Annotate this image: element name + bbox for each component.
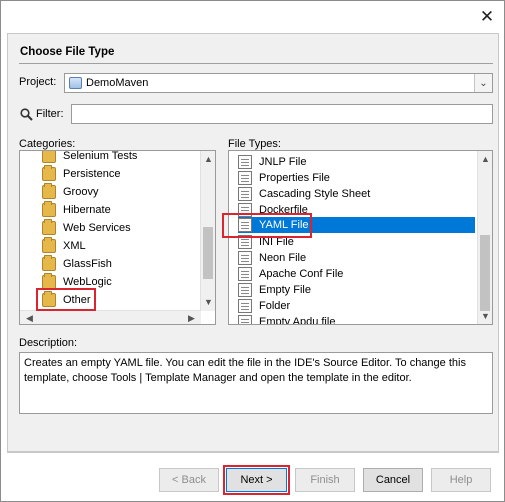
step-title: Choose File Type: [20, 46, 115, 58]
project-label: Project:: [19, 76, 57, 88]
folder-icon: [42, 291, 56, 307]
description-label: Description:: [19, 337, 78, 349]
folder-icon: [42, 151, 56, 163]
maven-project-icon: [69, 77, 82, 89]
list-item[interactable]: Empty Apdu file: [238, 313, 475, 324]
categories-list[interactable]: Selenium Tests Persistence Groovy Hibern…: [19, 150, 216, 325]
cancel-button[interactable]: Cancel: [363, 468, 423, 492]
yaml-file-icon: [238, 218, 252, 232]
filter-label: Filter:: [36, 108, 64, 120]
file-icon: [238, 251, 252, 265]
scroll-up-icon[interactable]: ▲: [201, 152, 215, 166]
button-divider: [7, 452, 499, 453]
back-button[interactable]: < Back: [159, 468, 219, 492]
finish-button[interactable]: Finish: [295, 468, 355, 492]
filter-input[interactable]: [71, 104, 493, 124]
scroll-thumb[interactable]: [203, 227, 213, 279]
list-item[interactable]: Groovy: [42, 183, 98, 201]
folder-icon: [42, 201, 56, 217]
categories-hscroll[interactable]: ◀ ▶: [20, 310, 201, 324]
close-button[interactable]: ✕: [475, 6, 499, 28]
scroll-down-icon[interactable]: ▼: [201, 295, 215, 309]
list-item-yaml-file[interactable]: YAML File: [238, 217, 475, 233]
folder-icon: [42, 219, 56, 235]
scroll-up-icon[interactable]: ▲: [478, 152, 492, 166]
scroll-down-icon[interactable]: ▼: [478, 309, 492, 323]
scroll-thumb[interactable]: [480, 235, 490, 311]
file-icon: [238, 203, 252, 217]
list-item[interactable]: WebLogic: [42, 273, 112, 291]
categories-vscroll[interactable]: ▲ ▼: [200, 151, 215, 311]
folder-icon: [42, 183, 56, 199]
list-item[interactable]: XML: [42, 237, 86, 255]
wizard-panel: Choose File Type Project: DemoMaven ⌄ Fi…: [7, 33, 499, 452]
file-icon: [238, 187, 252, 201]
list-item-other[interactable]: Other: [42, 291, 91, 309]
list-item[interactable]: Hibernate: [42, 201, 111, 219]
file-icon: [238, 315, 252, 324]
categories-label: Categories:: [19, 138, 76, 150]
file-types-list[interactable]: JNLP File Properties File Cascading Styl…: [228, 150, 493, 325]
folder-icon: [42, 255, 56, 271]
list-item[interactable]: Selenium Tests: [42, 151, 137, 165]
folder-icon: [238, 299, 252, 313]
list-item[interactable]: GlassFish: [42, 255, 112, 273]
list-item[interactable]: Web Services: [42, 219, 131, 237]
file-icon: [238, 235, 252, 249]
list-item[interactable]: Persistence: [42, 165, 120, 183]
file-icon: [238, 171, 252, 185]
scroll-left-icon[interactable]: ◀: [22, 311, 37, 324]
file-icon: [238, 283, 252, 297]
file-icon: [238, 267, 252, 281]
title-divider: [19, 63, 493, 64]
project-value: DemoMaven: [86, 77, 149, 89]
folder-icon: [42, 237, 56, 253]
help-button[interactable]: Help: [431, 468, 491, 492]
chevron-down-icon[interactable]: ⌄: [474, 74, 492, 92]
file-icon: [238, 155, 252, 169]
new-file-dialog: ✕ Choose File Type Project: DemoMaven ⌄ …: [0, 0, 505, 502]
folder-icon: [42, 165, 56, 181]
folder-icon: [42, 273, 56, 289]
next-button[interactable]: Next >: [226, 468, 287, 492]
close-icon: ✕: [479, 7, 495, 26]
project-combo[interactable]: DemoMaven ⌄: [64, 73, 493, 93]
search-icon: [20, 108, 33, 121]
file-types-vscroll[interactable]: ▲ ▼: [477, 151, 492, 324]
file-types-label: File Types:: [228, 138, 281, 150]
scroll-right-icon[interactable]: ▶: [184, 311, 199, 324]
description-text: Creates an empty YAML file. You can edit…: [19, 352, 493, 414]
